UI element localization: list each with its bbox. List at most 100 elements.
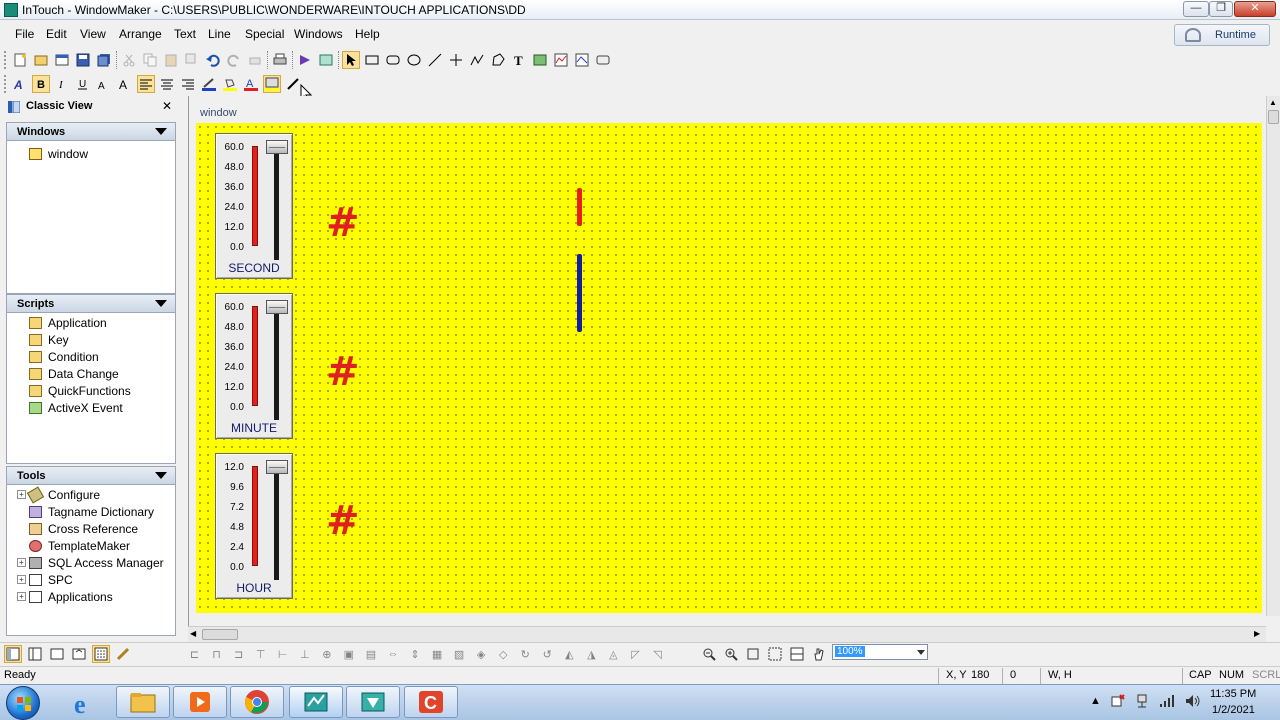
erase-icon[interactable]: [246, 51, 264, 69]
menu-help[interactable]: Help: [355, 27, 380, 41]
align-bottom-objects-icon[interactable]: ⊥: [296, 645, 313, 663]
rotate-icon[interactable]: ↻: [517, 645, 534, 663]
script-application-item[interactable]: Application: [29, 314, 175, 331]
menu-line[interactable]: Line: [208, 27, 231, 41]
bring-to-front-icon[interactable]: ▤: [362, 645, 379, 663]
script-data-change-item[interactable]: Data Change: [29, 365, 175, 382]
historical-trend-icon[interactable]: [573, 51, 591, 69]
tools-panel-header[interactable]: Tools: [7, 467, 175, 485]
scripts-panel-header[interactable]: Scripts: [7, 295, 175, 313]
vertical-scrollbar[interactable]: ▲: [1266, 96, 1280, 616]
align-center-icon[interactable]: [158, 75, 176, 93]
expand-icon[interactable]: +: [17, 490, 26, 499]
menu-arrange[interactable]: Arrange: [119, 27, 162, 41]
zoom-in-icon[interactable]: [722, 645, 740, 663]
ellipse-tool-icon[interactable]: [405, 51, 423, 69]
align-right-objects-icon[interactable]: ⊐: [230, 645, 247, 663]
fill-color-icon[interactable]: [221, 75, 239, 93]
bold-icon[interactable]: B: [32, 75, 50, 93]
menu-special[interactable]: Special: [245, 27, 284, 41]
font-icon[interactable]: A: [11, 75, 29, 93]
horizontal-scrollbar[interactable]: ◀ ▶: [188, 626, 1266, 642]
windows-panel-header[interactable]: Windows: [7, 123, 175, 141]
align-left-objects-icon[interactable]: ⊏: [186, 645, 203, 663]
tool-applications-item[interactable]: + Applications: [17, 588, 175, 605]
make-cell-icon[interactable]: ▦: [429, 645, 446, 663]
tool-sql-access-manager-item[interactable]: + SQL Access Manager: [17, 554, 175, 571]
slider-track[interactable]: [274, 142, 279, 260]
zoom-to-fit-icon[interactable]: [744, 645, 762, 663]
tool-spc-item[interactable]: + SPC: [17, 571, 175, 588]
rounded-rectangle-tool-icon[interactable]: [384, 51, 402, 69]
second-slider[interactable]: 60.0 48.0 36.0 24.0 12.0 0.0 SECOND: [215, 133, 293, 279]
clock-time[interactable]: 11:35 PM: [1210, 688, 1256, 700]
redo-icon[interactable]: [225, 51, 243, 69]
cut-icon[interactable]: [120, 51, 138, 69]
second-value-display[interactable]: #: [326, 200, 360, 246]
runtime-mode-icon[interactable]: [296, 51, 314, 69]
break-symbol-icon[interactable]: ◇: [495, 645, 512, 663]
save-all-icon[interactable]: [95, 51, 113, 69]
signal-strength-icon[interactable]: [1159, 694, 1175, 708]
toolbar-grip[interactable]: [4, 75, 8, 93]
classic-view-toggle-icon[interactable]: [4, 645, 22, 663]
tool-configure-item[interactable]: + Configure: [17, 486, 175, 503]
screen-recorder-task[interactable]: C: [404, 686, 458, 718]
align-centers-icon[interactable]: ⊕: [318, 645, 335, 663]
tool-tagname-dictionary-item[interactable]: Tagname Dictionary: [29, 503, 175, 520]
horizontal-scroll-thumb[interactable]: [202, 629, 238, 640]
copy-icon[interactable]: [141, 51, 159, 69]
tool-templatemaker-item[interactable]: TemplateMaker: [29, 537, 175, 554]
classic-view-close-icon[interactable]: ✕: [162, 99, 172, 113]
menu-text[interactable]: Text: [174, 27, 196, 41]
collapse-arrow-icon[interactable]: [155, 128, 167, 135]
slider-thumb[interactable]: [266, 140, 288, 154]
reduce-font-icon[interactable]: A: [95, 75, 113, 93]
zoom-select[interactable]: 100%: [832, 644, 928, 660]
blue-clock-hand[interactable]: [577, 254, 582, 332]
slider-thumb[interactable]: [266, 460, 288, 474]
duplicate-icon[interactable]: [183, 51, 201, 69]
select-mode-icon[interactable]: [342, 51, 360, 69]
internet-explorer-task[interactable]: e: [62, 688, 106, 718]
align-right-icon[interactable]: [179, 75, 197, 93]
window-color-icon[interactable]: [263, 75, 281, 93]
rectangle-tool-icon[interactable]: [363, 51, 381, 69]
paste-icon[interactable]: [162, 51, 180, 69]
text-tool-icon[interactable]: T: [510, 51, 528, 69]
menu-windows[interactable]: Windows: [294, 27, 343, 41]
collapse-arrow-icon[interactable]: [155, 472, 167, 479]
full-screen-icon[interactable]: [48, 645, 66, 663]
align-left-icon[interactable]: [137, 75, 155, 93]
flip-vertical-icon[interactable]: ◮: [583, 645, 600, 663]
vertical-scroll-thumb[interactable]: [1268, 110, 1279, 124]
polyline-tool-icon[interactable]: [468, 51, 486, 69]
print-icon[interactable]: [271, 51, 289, 69]
minute-value-display[interactable]: #: [326, 349, 360, 395]
start-button[interactable]: [6, 686, 40, 720]
network-adapter-icon[interactable]: [1135, 694, 1149, 708]
collapse-arrow-icon[interactable]: [155, 300, 167, 307]
script-activex-event-item[interactable]: ActiveX Event: [29, 399, 175, 416]
scroll-right-icon[interactable]: ▶: [1254, 629, 1260, 638]
send-to-back-icon[interactable]: ▣: [340, 645, 357, 663]
open-window-icon[interactable]: [32, 51, 50, 69]
zoom-normal-icon[interactable]: [788, 645, 806, 663]
scroll-up-icon[interactable]: ▲: [1269, 98, 1277, 107]
tray-expand-icon[interactable]: ▲: [1090, 695, 1101, 707]
polygon-tool-icon[interactable]: [489, 51, 507, 69]
tool-cross-reference-item[interactable]: Cross Reference: [29, 520, 175, 537]
restore-button[interactable]: ❐: [1209, 1, 1233, 17]
media-player-task[interactable]: [173, 686, 227, 718]
window-tree-item[interactable]: window: [29, 145, 175, 162]
script-key-item[interactable]: Key: [29, 331, 175, 348]
line-tool-icon[interactable]: [426, 51, 444, 69]
make-symbol-icon[interactable]: ◈: [473, 645, 490, 663]
menu-edit[interactable]: Edit: [46, 27, 67, 41]
expand-icon[interactable]: +: [17, 558, 26, 567]
hour-slider[interactable]: 12.0 9.6 7.2 4.8 2.4 0.0 HOUR: [215, 453, 293, 599]
close-button[interactable]: ✕: [1234, 1, 1276, 17]
zoom-selection-icon[interactable]: [766, 645, 784, 663]
slider-track[interactable]: [274, 462, 279, 580]
intouch-manager-task[interactable]: [346, 686, 400, 718]
